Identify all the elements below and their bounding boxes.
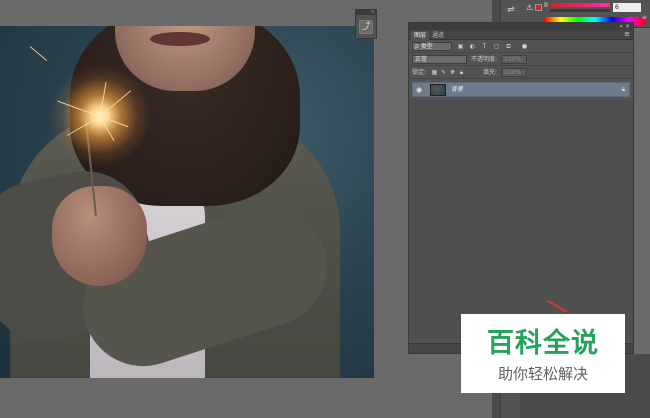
photo-lips — [150, 32, 210, 46]
panel-tabs: 图层 通道 ≡ — [409, 30, 633, 40]
layer-filter-row: ρ 类型 ▣ ◐ T ◻ ⧉ ● — [409, 41, 633, 53]
color-value-field[interactable]: 6 — [613, 3, 641, 12]
lock-row: 锁定: ▦ ✎ ✥ 🔒︎ 填充: 100% — [409, 67, 633, 79]
lock-transparency-icon[interactable]: ▦ — [431, 69, 438, 76]
watermark-title: 百科全说 — [487, 328, 599, 359]
history-brush-icon[interactable]: ⤴ — [359, 20, 373, 34]
color-slider-track[interactable] — [550, 9, 610, 12]
adjustment-filter-icon[interactable]: ◐ — [469, 43, 476, 50]
type-filter-icon[interactable]: T — [481, 43, 488, 50]
fill-label: 填充: — [483, 69, 498, 76]
filter-kind-select[interactable]: ρ 类型 — [412, 42, 452, 51]
document-canvas[interactable] — [0, 26, 374, 378]
lock-position-icon[interactable]: ✥ — [449, 69, 456, 76]
smart-object-filter-icon[interactable]: ⧉ — [505, 43, 512, 50]
collapsed-history-panel: « ⤴ — [355, 9, 377, 39]
blend-mode-select[interactable]: 正常 — [412, 55, 467, 64]
adjustments-icon[interactable]: ⇌ — [505, 4, 517, 16]
watermark-subtitle: 助你轻松解决 — [497, 365, 588, 383]
panel-topbar-controls[interactable]: « × — [409, 23, 633, 30]
opacity-label: 不透明度: — [471, 56, 498, 63]
color-swatch[interactable] — [535, 4, 542, 11]
lock-label: 锁定: — [412, 69, 427, 76]
pixel-filter-icon[interactable]: ▣ — [457, 43, 464, 50]
gamut-warning-icon: ⚠ — [526, 3, 534, 12]
photoshop-window: « ⤴ ⇌ ⚠ B 6 ≡ « × 图层 通道 ≡ ρ 类型 ▣ ◐ T ◻ ⧉… — [0, 0, 650, 418]
panel-menu-icon[interactable]: ≡ — [642, 14, 647, 21]
photo-spark — [29, 46, 48, 62]
blend-row: 正常 不透明度: 100% — [409, 54, 633, 66]
layer-name[interactable]: 背景 — [451, 85, 463, 95]
watermark-logo: 百科全说 助你轻松解决 — [461, 314, 625, 393]
visibility-eye-icon[interactable]: ◉ — [416, 86, 422, 94]
layers-list-empty-area[interactable] — [409, 99, 633, 339]
photo-hands — [52, 186, 147, 286]
opacity-field[interactable]: 100% — [501, 55, 527, 64]
channel-label: B — [544, 2, 549, 9]
layers-panel: « × 图层 通道 ≡ ρ 类型 ▣ ◐ T ◻ ⧉ ● 正常 不透明度: 10… — [408, 22, 634, 354]
fill-field[interactable]: 100% — [501, 68, 527, 77]
lock-pixels-icon[interactable]: ✎ — [440, 69, 447, 76]
collapse-button[interactable]: « — [356, 10, 376, 15]
tab-channels[interactable]: 通道 — [429, 31, 447, 40]
color-slider[interactable] — [550, 3, 610, 7]
lock-all-icon[interactable]: 🔒︎ — [458, 69, 465, 76]
layer-row-background[interactable]: ◉ 背景 🔒︎ — [412, 82, 630, 97]
layers-menu-icon[interactable]: ≡ — [624, 30, 630, 39]
tab-layers[interactable]: 图层 — [411, 31, 430, 40]
shape-filter-icon[interactable]: ◻ — [493, 43, 500, 50]
filter-toggle-icon[interactable]: ● — [521, 43, 528, 50]
layer-lock-icon: 🔒︎ — [621, 86, 625, 93]
layer-thumbnail — [430, 84, 446, 96]
